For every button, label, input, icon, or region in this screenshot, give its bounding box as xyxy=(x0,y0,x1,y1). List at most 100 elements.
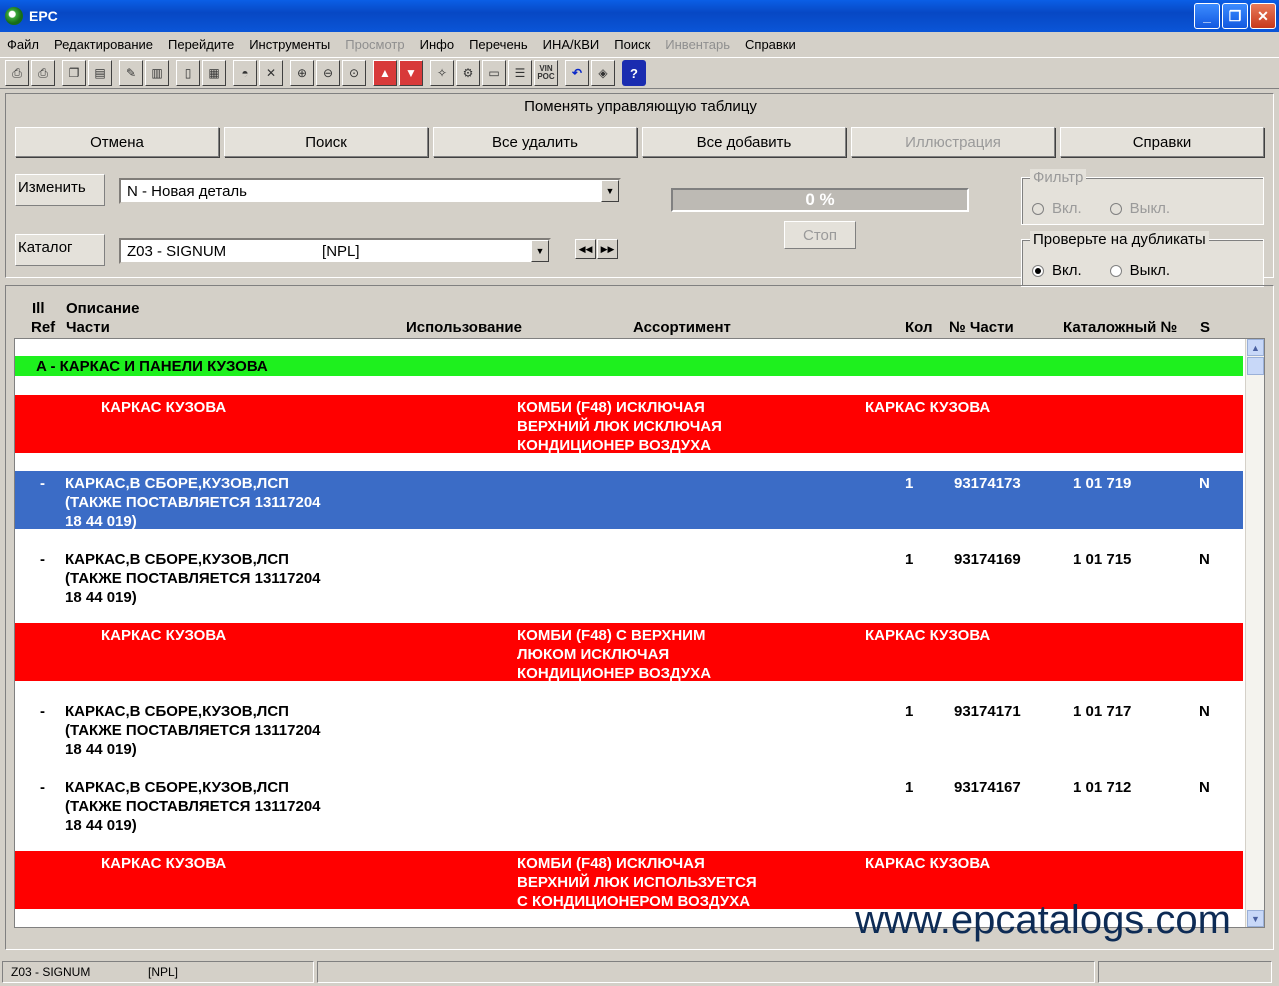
paste-icon[interactable]: ▤ xyxy=(88,60,112,86)
zoom-fit-icon[interactable]: ⊙ xyxy=(342,60,366,86)
description-cell: КАРКАС,В СБОРЕ,КУЗОВ,ЛСП (ТАКЖЕ ПОСТАВЛЯ… xyxy=(65,703,321,758)
menu-item-10[interactable]: Справки xyxy=(745,37,796,52)
filter-on-label: Вкл. xyxy=(1052,200,1082,217)
pencil-icon[interactable]: ✎ xyxy=(119,60,143,86)
catalog-no-cell: 1 01 719 xyxy=(1073,475,1132,492)
col-ill: Ill xyxy=(32,300,45,317)
monitor-icon[interactable]: ▭ xyxy=(482,60,506,86)
table-row[interactable]: - КАРКАС,В СБОРЕ,КУЗОВ,ЛСП (ТАКЖЕ ПОСТАВЛ… xyxy=(15,471,1243,530)
parts-panel: Ill Ref Описание Части Использование Асс… xyxy=(5,285,1274,950)
search-button[interactable]: Поиск xyxy=(224,127,428,157)
delete-all-button[interactable]: Все удалить xyxy=(433,127,637,157)
print-icon[interactable]: ⎙ xyxy=(5,60,29,86)
cross-icon[interactable]: ✕ xyxy=(259,60,283,86)
section-row[interactable]: КАРКАС КУЗОВА КОМБИ (F48) С ВЕРХНИМ ЛЮКОМ… xyxy=(15,623,1243,682)
list-icon[interactable]: ☰ xyxy=(508,60,532,86)
qty-cell: 1 xyxy=(905,551,914,568)
vertical-scrollbar[interactable]: ▲ ▼ xyxy=(1245,339,1264,927)
previous-catalog-icon[interactable]: ◀◀ xyxy=(575,239,596,259)
warning-icon[interactable]: ▲ xyxy=(373,60,397,86)
panel-title: Поменять управляющую таблицу xyxy=(524,98,757,115)
stop-button[interactable]: Стоп xyxy=(784,221,856,249)
catalog-no-cell: 1 01 717 xyxy=(1073,703,1132,720)
vin-icon[interactable]: VIN POC xyxy=(534,60,558,86)
gear-icon[interactable]: ⚙ xyxy=(456,60,480,86)
section-row[interactable]: КАРКАС КУЗОВА КОМБИ (F48) ИСКЛЮЧАЯ ВЕРХНИ… xyxy=(15,395,1243,454)
chevron-down-icon[interactable]: ▼ xyxy=(601,180,619,202)
table-row[interactable]: - КАРКАС,В СБОРЕ,КУЗОВ,ЛСП (ТАКЖЕ ПОСТАВЛ… xyxy=(15,699,1243,758)
close-button[interactable]: ✕ xyxy=(1250,3,1276,29)
undo-icon[interactable]: ↶ xyxy=(565,60,589,86)
part-no-cell: 93174167 xyxy=(954,779,1021,796)
help-button[interactable]: Справки xyxy=(1060,127,1264,157)
table-row[interactable]: - КАРКАС,В СБОРЕ,КУЗОВ,ЛСП (ТАКЖЕ ПОСТАВЛ… xyxy=(15,547,1243,606)
part-no-cell: 93174171 xyxy=(954,703,1021,720)
zoom-out-icon[interactable]: ⊖ xyxy=(316,60,340,86)
s-cell: N xyxy=(1199,703,1210,720)
menu-item-3[interactable]: Инструменты xyxy=(249,37,330,52)
catalog-select[interactable]: Z03 - SIGNUM [NPL] ▼ xyxy=(119,238,551,264)
chevron-down-icon[interactable]: ▼ xyxy=(531,240,549,262)
cancel-button[interactable]: Отмена xyxy=(15,127,219,157)
qty-cell: 1 xyxy=(905,779,914,796)
qty-cell: 1 xyxy=(905,703,914,720)
menu-item-6[interactable]: Перечень xyxy=(469,37,528,52)
zoom-in-icon[interactable]: ⊕ xyxy=(290,60,314,86)
add-all-button[interactable]: Все добавить xyxy=(642,127,846,157)
scroll-up-icon[interactable]: ▲ xyxy=(1247,339,1264,356)
copy-icon[interactable]: ❐ xyxy=(62,60,86,86)
s-cell: N xyxy=(1199,551,1210,568)
layers-icon[interactable]: ◈ xyxy=(591,60,615,86)
warning-down-icon[interactable]: ▼ xyxy=(399,60,423,86)
usage-cell: КОМБИ (F48) С ВЕРХНИМ ЛЮКОМ ИСКЛЮЧАЯ КОН… xyxy=(517,627,712,682)
document-icon[interactable]: ▯ xyxy=(176,60,200,86)
help-icon[interactable]: ? xyxy=(622,60,646,86)
status-catalog-cell: Z03 - SIGNUM [NPL] xyxy=(2,961,314,983)
col-description-top: Описание xyxy=(66,300,140,317)
minimize-button[interactable]: _ xyxy=(1194,3,1220,29)
maximize-button[interactable]: ❐ xyxy=(1222,3,1248,29)
catalog-label: Каталог xyxy=(15,234,105,266)
assortment-cell: КАРКАС КУЗОВА xyxy=(865,627,991,644)
trash-icon[interactable]: ▥ xyxy=(145,60,169,86)
col-usage: Использование xyxy=(406,319,522,336)
duplicates-off-radio[interactable] xyxy=(1109,264,1122,277)
menu-item-0[interactable]: Файл xyxy=(7,37,39,52)
book-icon[interactable]: ▦ xyxy=(202,60,226,86)
menu-item-9[interactable]: Инвентарь xyxy=(665,37,730,52)
filter-on-radio[interactable] xyxy=(1032,202,1044,215)
menu-item-5[interactable]: Инфо xyxy=(420,37,454,52)
description-cell: КАРКАС КУЗОВА xyxy=(101,855,227,872)
col-ref: Ref xyxy=(31,319,56,336)
change-select[interactable]: N - Новая деталь ▼ xyxy=(119,178,621,204)
scroll-down-icon[interactable]: ▼ xyxy=(1247,910,1264,927)
col-assortment: Ассортимент xyxy=(633,319,731,336)
filter-off-radio[interactable] xyxy=(1109,202,1122,215)
menu-item-2[interactable]: Перейдите xyxy=(168,37,234,52)
filter-off-label: Выкл. xyxy=(1129,200,1171,217)
illustration-button[interactable]: Иллюстрация xyxy=(851,127,1055,157)
part-no-cell: 93174169 xyxy=(954,551,1021,568)
ref-cell: - xyxy=(40,703,45,720)
assortment-cell: КАРКАС КУЗОВА xyxy=(865,399,991,416)
duplicates-on-label: Вкл. xyxy=(1052,262,1082,279)
table-row[interactable]: - КАРКАС,В СБОРЕ,КУЗОВ,ЛСП (ТАКЖЕ ПОСТАВЛ… xyxy=(15,775,1243,834)
duplicates-on-radio[interactable] xyxy=(1032,264,1044,277)
catalog-select-value: Z03 - SIGNUM [NPL] xyxy=(127,242,360,260)
menu-item-4[interactable]: Просмотр xyxy=(345,37,404,52)
progress-bar: 0 % xyxy=(671,188,969,212)
menu-item-8[interactable]: Поиск xyxy=(614,37,650,52)
scrollbar-thumb[interactable] xyxy=(1247,357,1264,375)
usage-cell: КОМБИ (F48) ИСКЛЮЧАЯ ВЕРХНИЙ ЛЮК ИСКЛЮЧА… xyxy=(517,399,722,454)
status-right-cell xyxy=(1098,961,1272,983)
flashlight-icon[interactable]: ✧ xyxy=(430,60,454,86)
car-icon[interactable]: ◓ xyxy=(233,60,257,86)
description-cell: КАРКАС,В СБОРЕ,КУЗОВ,ЛСП (ТАКЖЕ ПОСТАВЛЯ… xyxy=(65,779,321,834)
title-bar: EPC _ ❐ ✕ xyxy=(0,0,1279,32)
menu-item-1[interactable]: Редактирование xyxy=(54,37,153,52)
next-catalog-icon[interactable]: ▶▶ xyxy=(597,239,618,259)
group-header-row[interactable]: A - КАРКАС И ПАНЕЛИ КУЗОВА xyxy=(15,356,1243,376)
menu-item-7[interactable]: ИНА/КВИ xyxy=(543,37,600,52)
parts-list: КАРКАС КУЗОВА КОМБИ (F48) ИСКЛЮЧАЯ ВЕРХНИ… xyxy=(14,338,1265,928)
print-preview-icon[interactable]: ⎙ xyxy=(31,60,55,86)
